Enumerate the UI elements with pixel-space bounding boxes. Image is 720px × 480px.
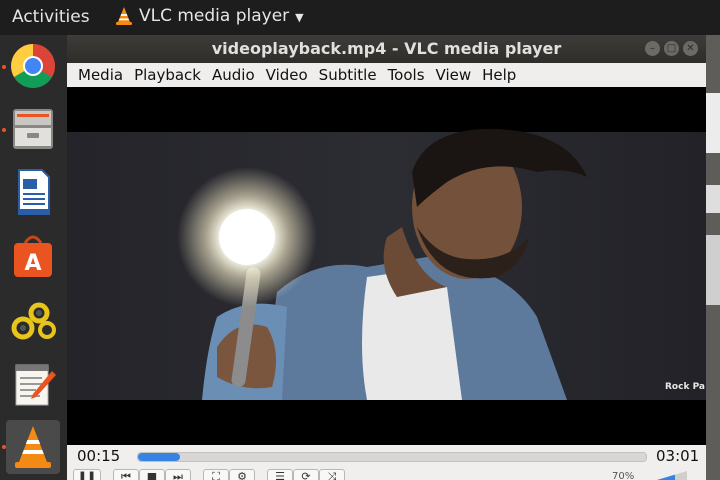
video-display[interactable]: Rock Pa [67,87,706,445]
app-menu-label: VLC media player [139,6,290,26]
vlc-icon[interactable] [6,420,60,474]
next-button[interactable]: ⏭ [165,469,191,480]
vlc-window: videoplayback.mp4 - VLC media player – □… [67,35,706,480]
menu-playback[interactable]: Playback [134,66,201,84]
text-editor-icon[interactable] [6,357,60,411]
playlist-button[interactable]: ☰ [267,469,293,480]
app-menu[interactable]: VLC media player ▼ [115,6,304,26]
chrome-icon[interactable] [6,39,60,93]
background-panel [706,235,720,305]
window-titlebar[interactable]: videoplayback.mp4 - VLC media player – □… [67,35,706,63]
menu-tools[interactable]: Tools [388,66,425,84]
menu-bar: Media Playback Audio Video Subtitle Tool… [67,63,706,87]
window-title: videoplayback.mp4 - VLC media player [211,39,562,58]
fullscreen-button[interactable]: ⛶ [203,469,229,480]
chevron-down-icon: ▼ [295,11,304,24]
maximize-button[interactable]: □ [664,41,679,56]
menu-help[interactable]: Help [482,66,516,84]
pause-button[interactable]: ❚❚ [73,469,101,480]
controls-row: ❚❚ ⏮ ■ ⏭ ⛶ ⚙ ☰ ⟳ ⤨ 70% [67,467,706,480]
writer-icon[interactable] [6,165,60,219]
file-manager-icon[interactable] [6,101,60,155]
background-window [706,35,720,480]
background-panel [706,185,720,213]
vlc-cone-icon [116,7,132,25]
activities-button[interactable]: Activities [12,7,90,27]
extended-settings-button[interactable]: ⚙ [229,469,255,480]
video-watermark: Rock Pa [665,382,705,392]
minimize-button[interactable]: – [645,41,660,56]
menu-audio[interactable]: Audio [212,66,255,84]
loop-button[interactable]: ⟳ [293,469,319,480]
time-total: 03:01 [656,447,700,465]
previous-button[interactable]: ⏮ [113,469,139,480]
stop-button[interactable]: ■ [139,469,165,480]
time-elapsed: 00:15 [77,447,121,465]
volume-label: 70% [612,471,635,480]
video-frame [67,128,706,400]
shuffle-button[interactable]: ⤨ [319,469,345,480]
close-button[interactable]: ✕ [683,41,698,56]
seek-slider[interactable] [137,452,647,462]
background-panel [706,93,720,153]
software-center-icon[interactable]: A [6,229,60,283]
menu-subtitle[interactable]: Subtitle [319,66,377,84]
menu-view[interactable]: View [436,66,472,84]
top-bar: Activities VLC media player ▼ [0,0,720,35]
seek-row: 00:15 03:01 [67,445,706,467]
dock: A [0,35,67,480]
seek-progress [138,453,181,461]
menu-video[interactable]: Video [266,66,308,84]
svg-text:A: A [24,251,41,276]
menu-media[interactable]: Media [78,66,123,84]
settings-icon[interactable] [6,293,60,347]
volume-slider[interactable] [647,471,687,480]
